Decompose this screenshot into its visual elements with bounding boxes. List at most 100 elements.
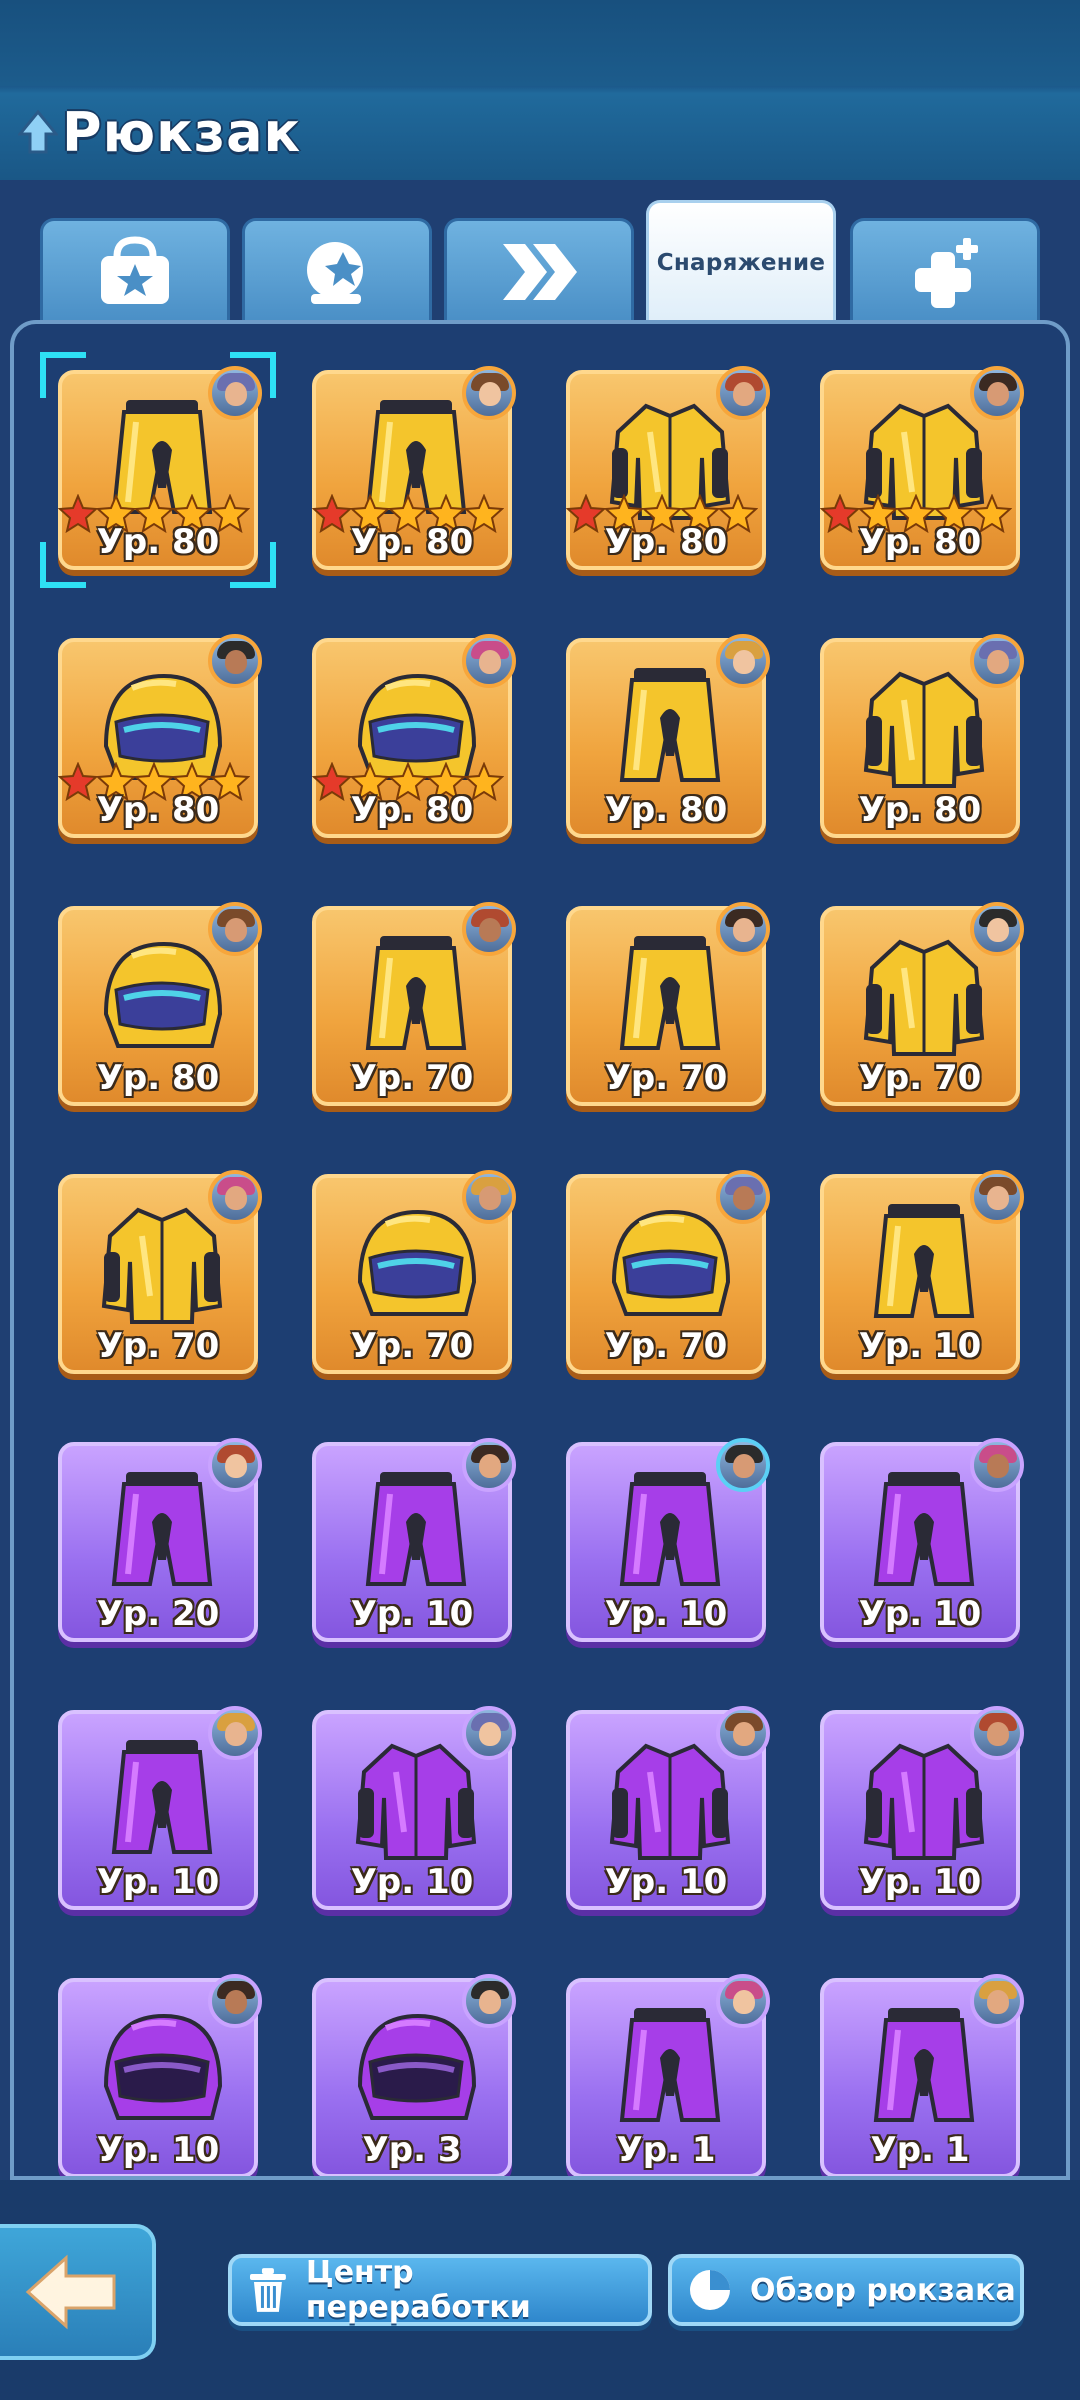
jacket-icon [863,1743,985,1860]
equipment-item[interactable]: Ур. 20 [58,1438,262,1642]
equipment-item[interactable]: Ур. 10 [566,1706,770,1910]
helmet-icon [103,2013,223,2120]
equipment-item[interactable]: Ур. 70 [820,902,1024,1106]
hero-avatar [208,1974,262,2028]
equipment-item[interactable]: Ур. 10 [312,1706,516,1910]
item-level: Ур. 80 [96,522,220,562]
hero-avatar [716,366,770,420]
tab-equipment-label: Снаряжение [656,249,826,276]
jacket-icon [355,1743,477,1860]
item-level: Ур. 10 [604,1862,728,1902]
tab-bar: Снаряжение [40,200,1040,322]
hero-avatar [462,1706,516,1760]
equipment-item[interactable]: Ур. 10 [820,1706,1024,1910]
top-bar: Рюкзак [0,0,1080,180]
hero-avatar [208,902,262,956]
pie-chart-icon [690,2270,730,2310]
backpack-overview-label: Обзор рюкзака [750,2272,1016,2308]
item-level: Ур. 10 [858,1326,982,1366]
tab-upgrade[interactable] [444,218,634,322]
equipment-item[interactable]: Ур. 70 [312,902,516,1106]
tab-equipment[interactable]: Снаряжение [646,200,836,322]
equipment-item[interactable]: Ур. 10 [820,1438,1024,1642]
tab-crystal[interactable] [242,218,432,322]
tab-medical[interactable] [850,218,1040,322]
selection-corner [230,352,276,398]
equipment-item[interactable]: Ур. 80 [566,366,770,570]
item-level: Ур. 10 [96,1862,220,1902]
item-level: Ур. 20 [96,1594,220,1634]
jacket-icon [863,671,985,788]
equipment-item[interactable]: Ур. 80 [312,366,516,570]
pants-icon [365,936,467,1050]
equipment-item[interactable]: Ур. 1 [566,1974,770,2176]
backpack-overview-button[interactable]: Обзор рюкзака [668,2254,1024,2326]
equipment-item[interactable]: Ур. 10 [820,1170,1024,1374]
item-level: Ур. 10 [858,1862,982,1902]
pants-icon [619,668,721,782]
hero-avatar [716,634,770,688]
equipment-item[interactable]: Ур. 70 [58,1170,262,1374]
equipment-item[interactable]: Ур. 80 [312,634,516,838]
item-level: Ур. 70 [350,1058,474,1098]
hero-avatar [462,634,516,688]
hero-avatar [716,1438,770,1492]
selection-corner [230,542,276,588]
back-button[interactable] [0,2224,156,2360]
hero-avatar [462,366,516,420]
double-chevron-icon [503,243,577,300]
hero-avatar [462,1170,516,1224]
equipment-item[interactable]: Ур. 70 [566,1170,770,1374]
hero-avatar [208,1438,262,1492]
equipment-item[interactable]: Ур. 10 [58,1974,262,2176]
helmet-icon [357,2013,477,2120]
recycle-center-label: Центр переработки [305,2255,531,2325]
tree-icon [18,109,58,154]
item-level: Ур. 70 [604,1058,728,1098]
item-level: Ур. 1 [870,2130,970,2170]
selection-corner [40,352,86,398]
pants-icon [619,2008,721,2122]
hero-avatar [970,1438,1024,1492]
hero-avatar [462,902,516,956]
equipment-item[interactable]: Ур. 3 [312,1974,516,2176]
equipment-item[interactable]: Ур. 1 [820,1974,1024,2176]
hero-avatar [970,902,1024,956]
equipment-item[interactable]: Ур. 80 [566,634,770,838]
pants-icon [619,936,721,1050]
equipment-item[interactable]: Ур. 10 [566,1438,770,1642]
equipment-item[interactable]: Ур. 70 [312,1170,516,1374]
recycle-center-button[interactable]: Центр переработки [228,2254,652,2326]
hero-avatar [970,1170,1024,1224]
back-arrow-icon [25,2254,116,2330]
item-level: Ур. 80 [96,790,220,830]
equipment-item[interactable]: Ур. 80 [58,634,262,838]
hero-avatar [208,634,262,688]
pants-icon [619,1472,721,1586]
item-level: Ур. 80 [604,522,728,562]
equipment-item[interactable]: Ур. 80 [40,352,276,588]
item-level: Ур. 70 [858,1058,982,1098]
item-level: Ур. 80 [858,522,982,562]
item-level: Ур. 80 [350,522,474,562]
item-level: Ур. 1 [616,2130,716,2170]
equipment-item[interactable]: Ур. 80 [58,902,262,1106]
equipment-item[interactable]: Ур. 10 [312,1438,516,1642]
item-level: Ур. 80 [604,790,728,830]
crystal-ball-icon [307,241,363,304]
jacket-icon [863,939,985,1056]
hero-avatar [716,1974,770,2028]
item-level: Ур. 80 [96,1058,220,1098]
item-level: Ур. 80 [350,790,474,830]
page-title: Рюкзак [62,100,302,164]
tab-bag[interactable] [40,218,230,322]
equipment-item[interactable]: Ур. 10 [58,1706,262,1910]
plus-cross-icon [915,237,978,308]
item-level: Ур. 10 [350,1594,474,1634]
hero-avatar [462,1974,516,2028]
item-level: Ур. 80 [858,790,982,830]
item-level: Ур. 10 [96,2130,220,2170]
equipment-item[interactable]: Ур. 80 [820,634,1024,838]
equipment-item[interactable]: Ур. 70 [566,902,770,1106]
equipment-item[interactable]: Ур. 80 [820,366,1024,570]
